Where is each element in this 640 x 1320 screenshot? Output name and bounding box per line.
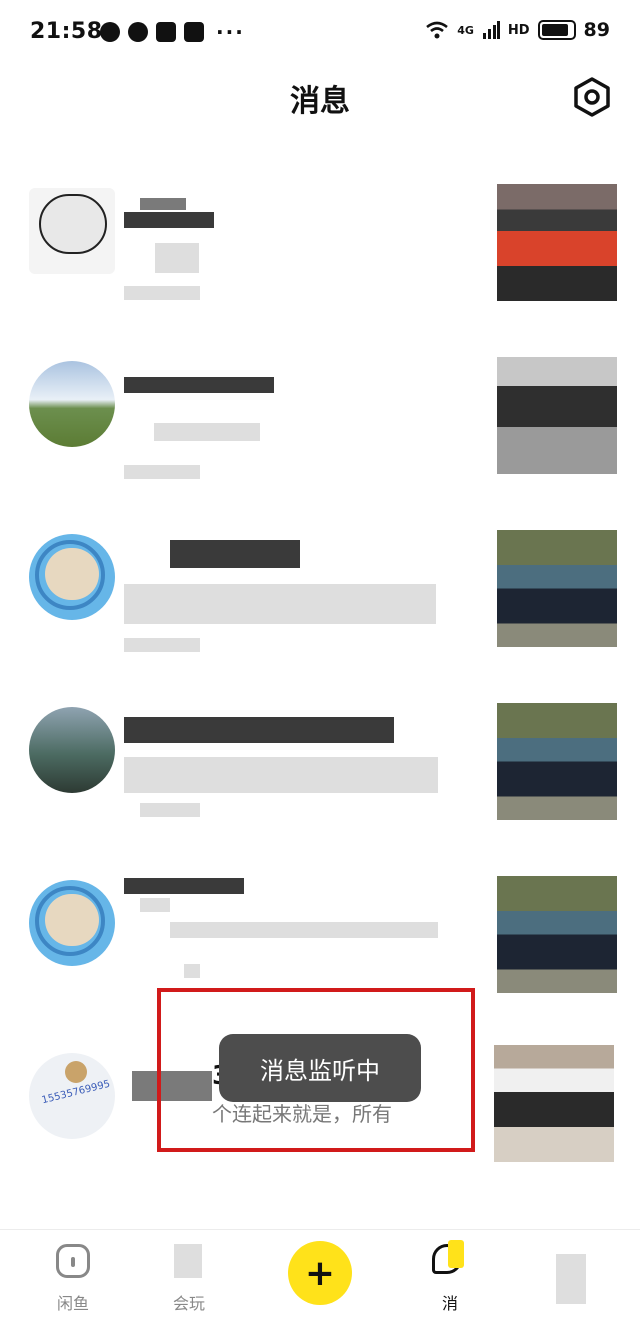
message-snippet (155, 243, 199, 273)
avatar[interactable] (29, 880, 115, 966)
message-time (124, 465, 200, 479)
contact-name (124, 878, 244, 894)
more-notifications-icon: ··· (216, 20, 245, 44)
signal-icon: 4G (457, 23, 474, 37)
pay-notification-icon (156, 22, 176, 42)
chat-notification-icon (100, 22, 120, 42)
avatar[interactable] (29, 188, 115, 274)
contact-name-blur (140, 898, 170, 912)
helmet-ring-icon (35, 886, 105, 956)
battery-level: 89 (583, 19, 610, 41)
tape-roll-icon (65, 1061, 87, 1083)
bottom-nav: 闲鱼 会玩 + 消 (0, 1229, 640, 1320)
item-thumbnail[interactable] (497, 530, 617, 647)
contact-name-blur (140, 198, 186, 210)
message-snippet (154, 423, 260, 441)
message-snippet (124, 757, 438, 793)
item-thumbnail[interactable] (497, 357, 617, 474)
wifi-icon (426, 21, 448, 39)
page-title: 消息 (290, 84, 350, 119)
page-header: 消息 (0, 66, 640, 134)
status-bar: 21:58 ··· 4G HD 89 (0, 0, 640, 66)
app-notification-icon (128, 22, 148, 42)
message-time (124, 286, 200, 300)
avatar[interactable] (29, 707, 115, 793)
item-thumbnail[interactable] (497, 184, 617, 301)
nav-item-home[interactable]: 闲鱼 (18, 1230, 128, 1320)
meme-face-icon (39, 194, 107, 254)
item-thumbnail[interactable] (497, 703, 617, 820)
contact-name (170, 540, 300, 568)
hash-notification-icon (184, 22, 204, 42)
nav-label: 会玩 (172, 1294, 205, 1313)
conversation-item[interactable] (0, 160, 640, 333)
avatar[interactable] (29, 534, 115, 620)
battery-icon (537, 20, 576, 40)
message-snippet (170, 922, 438, 938)
item-thumbnail[interactable] (494, 1045, 614, 1162)
item-thumbnail[interactable] (497, 876, 617, 993)
nav-label: 消 (441, 1294, 458, 1313)
message-time (140, 803, 200, 817)
contact-name (124, 212, 214, 228)
status-time: 21:58 (30, 19, 103, 44)
conversation-item[interactable] (0, 333, 640, 506)
message-snippet (124, 584, 436, 624)
conversation-item[interactable] (0, 679, 640, 852)
contact-name (124, 377, 274, 393)
avatar[interactable]: 15535769995 (29, 1053, 115, 1139)
nav-item-messages[interactable]: 消 (410, 1230, 520, 1320)
notification-icons: ··· (100, 20, 245, 44)
signal-bars-icon (482, 21, 500, 39)
nav-item-play[interactable]: 会玩 (134, 1230, 244, 1320)
nav-item-profile[interactable] (514, 1230, 624, 1320)
system-indicators: 4G HD 89 (425, 19, 610, 41)
play-icon (174, 1244, 202, 1278)
message-time (184, 964, 200, 978)
message-time (124, 638, 200, 652)
publish-button[interactable]: + (288, 1241, 352, 1305)
helmet-ring-icon (35, 540, 105, 610)
settings-icon[interactable] (571, 76, 613, 118)
avatar[interactable] (29, 361, 115, 447)
hd-icon: HD (507, 22, 530, 38)
nav-label: 闲鱼 (56, 1294, 89, 1313)
message-badge (448, 1240, 464, 1268)
contact-name (124, 717, 394, 743)
profile-icon (556, 1254, 586, 1304)
conversation-item[interactable] (0, 506, 640, 679)
fish-home-icon (56, 1244, 90, 1278)
annotation-highlight-box (157, 988, 475, 1152)
